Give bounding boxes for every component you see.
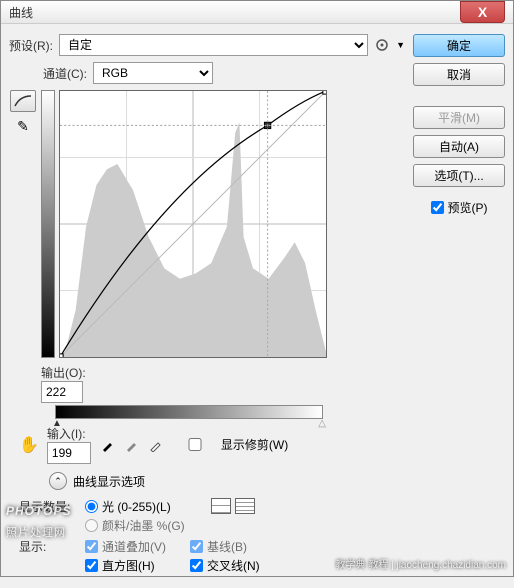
channel-overlay-checkbox[interactable]: 通道叠加(V) (85, 538, 166, 555)
input-input[interactable] (47, 442, 91, 464)
curves-dialog: 曲线 X 预设(R): 自定 ▼ 通道(C): RGB (0, 0, 514, 577)
hand-tool-icon[interactable]: ✋ (19, 435, 39, 455)
curves-graph[interactable] (59, 90, 327, 358)
shadow-slider[interactable]: ▲ (52, 418, 62, 429)
show-clipping-checkbox[interactable]: 显示修剪(W) (173, 436, 288, 453)
light-radio[interactable]: 光 (0-255)(L) (85, 498, 185, 515)
black-eyedropper-icon[interactable] (99, 436, 117, 454)
output-gradient (41, 90, 55, 358)
auto-button[interactable]: 自动(A) (413, 135, 505, 158)
output-label: 输出(O): (41, 364, 86, 381)
smooth-button[interactable]: 平滑(M) (413, 106, 505, 129)
expand-label: 曲线显示选项 (73, 473, 145, 490)
input-gradient[interactable]: ▲ △ (55, 405, 323, 419)
white-eyedropper-icon[interactable] (147, 436, 165, 454)
close-button[interactable]: X (460, 1, 505, 23)
expand-options-button[interactable]: ⌃ (49, 472, 67, 490)
preset-label: 预设(R): (9, 37, 53, 54)
titlebar[interactable]: 曲线 X (1, 1, 513, 24)
cancel-button[interactable]: 取消 (413, 63, 505, 86)
curve-tool-button[interactable] (10, 90, 36, 112)
output-input[interactable] (41, 381, 83, 403)
amount-label: 显示数量: (19, 498, 79, 515)
show-label: 显示: (19, 538, 79, 555)
channel-select[interactable]: RGB (93, 62, 213, 84)
chevron-down-icon[interactable]: ▼ (396, 40, 405, 50)
histogram-checkbox[interactable]: 直方图(H) (85, 557, 166, 574)
intersection-checkbox[interactable]: 交叉线(N) (190, 557, 260, 574)
options-button[interactable]: 选项(T)... (413, 164, 505, 187)
highlight-slider[interactable]: △ (318, 418, 326, 429)
pencil-tool-button[interactable]: ✎ (17, 118, 29, 135)
preview-checkbox[interactable]: 预览(P) (413, 199, 505, 216)
ok-button[interactable]: 确定 (413, 34, 505, 57)
gray-eyedropper-icon[interactable] (123, 436, 141, 454)
preset-select[interactable]: 自定 (59, 34, 368, 56)
grid-coarse-icon[interactable] (211, 498, 231, 514)
grid-fine-icon[interactable] (235, 498, 255, 514)
preset-menu-icon[interactable] (374, 37, 390, 53)
baseline-checkbox[interactable]: 基线(B) (190, 538, 260, 555)
channel-label: 通道(C): (43, 65, 87, 82)
pigment-radio[interactable]: 颜料/油墨 %(G) (85, 517, 185, 534)
dialog-title: 曲线 (1, 4, 460, 21)
